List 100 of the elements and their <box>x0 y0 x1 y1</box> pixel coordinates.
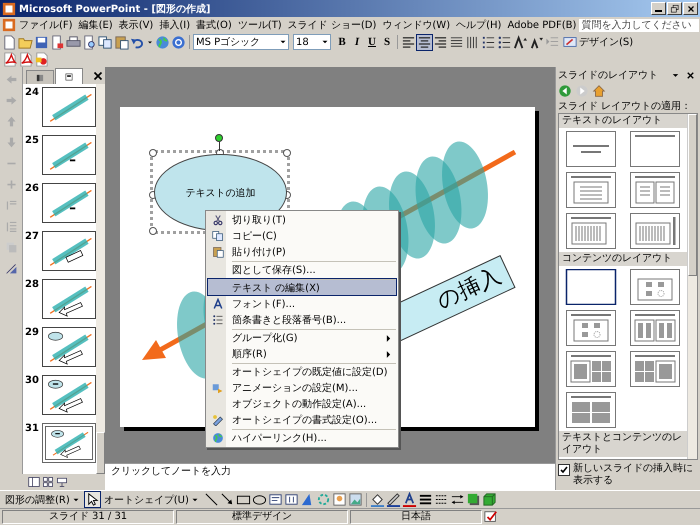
align-center-icon[interactable] <box>417 34 432 50</box>
line-color-icon[interactable] <box>386 492 401 507</box>
slide-thumbnail[interactable] <box>42 327 96 367</box>
menu-item[interactable]: 貼り付け(P) <box>207 244 397 260</box>
menu-item[interactable]: 表示(V) <box>116 18 156 32</box>
clip-art-icon[interactable] <box>332 492 347 507</box>
help-search-field[interactable]: 質問を入力してください <box>579 18 700 32</box>
restore-button[interactable] <box>667 2 682 15</box>
menu-item[interactable]: 順序(R) <box>207 346 397 362</box>
layout-thumbnail[interactable] <box>629 351 681 387</box>
vertical-text-box-icon[interactable] <box>284 492 299 507</box>
slide-thumbnail[interactable] <box>42 231 96 271</box>
draw-menu-button[interactable]: 図形の調整(R) <box>2 492 84 506</box>
minimize-button[interactable] <box>651 2 666 15</box>
layout-thumbnail[interactable] <box>565 269 617 305</box>
layout-thumbnail[interactable] <box>565 131 617 167</box>
text-style-button[interactable]: S <box>380 34 394 50</box>
layout-thumbnail[interactable] <box>565 172 617 208</box>
save-icon[interactable] <box>34 34 49 50</box>
line-style-icon[interactable] <box>418 492 433 507</box>
sorter-view-icon[interactable] <box>42 476 54 488</box>
slide-thumbnail[interactable] <box>42 183 96 223</box>
checkbox[interactable] <box>558 464 570 476</box>
menu-item[interactable]: ヘルプ(H) <box>453 18 504 32</box>
menu-item[interactable]: スライド ショー(D) <box>284 18 380 32</box>
grow-font-icon[interactable] <box>513 34 528 50</box>
font-size-dropdown[interactable]: 18 <box>293 34 331 50</box>
scroll-bar[interactable] <box>96 84 105 474</box>
layout-thumbnail[interactable] <box>629 310 681 346</box>
layout-thumbnail[interactable] <box>629 213 681 249</box>
scroll-bar[interactable] <box>687 114 697 459</box>
home-icon[interactable] <box>592 84 606 98</box>
slide-thumbnail[interactable] <box>42 87 96 127</box>
menu-item[interactable]: オブジェクトの動作設定(A)... <box>207 396 397 412</box>
distributed-icon[interactable] <box>449 34 464 50</box>
fill-color-icon[interactable] <box>370 492 385 507</box>
close-button[interactable] <box>683 2 698 15</box>
layout-thumbnail[interactable] <box>629 172 681 208</box>
slideshow-icon[interactable] <box>56 476 68 488</box>
research-icon[interactable] <box>82 34 97 50</box>
menu-item[interactable]: 図として保存(S)... <box>207 260 397 278</box>
3d-icon[interactable] <box>482 492 497 507</box>
show-formatting-icon[interactable] <box>4 262 18 275</box>
autoshapes-menu-button[interactable]: オートシェイプ(U) <box>100 492 203 506</box>
slides-tab[interactable] <box>55 68 83 84</box>
print-icon[interactable] <box>66 34 81 50</box>
slide-thumbnail[interactable] <box>42 135 96 175</box>
align-left-icon[interactable] <box>401 34 416 50</box>
document-icon[interactable] <box>2 18 16 32</box>
layout-thumbnail[interactable] <box>565 392 617 428</box>
layout-thumbnail[interactable] <box>565 351 617 387</box>
menu-item[interactable]: ウィンドウ(W) <box>379 18 454 32</box>
layout-thumbnail[interactable] <box>565 310 617 346</box>
layout-thumbnail[interactable] <box>629 269 681 305</box>
menu-item[interactable]: フォント(F)... <box>207 296 397 312</box>
text-style-button[interactable]: B <box>335 34 349 50</box>
copy-icon[interactable] <box>98 34 113 50</box>
menu-item[interactable]: 箇条書きと段落番号(B)... <box>207 312 397 328</box>
slide-thumbnail[interactable] <box>42 423 96 463</box>
notes-field[interactable]: クリックしてノートを入力 <box>105 463 555 490</box>
menu-item[interactable]: Adobe PDF(B) <box>504 20 580 30</box>
menu-item[interactable]: 編集(E) <box>76 18 116 32</box>
pdf-icon[interactable] <box>18 52 33 66</box>
normal-view-icon[interactable] <box>28 476 40 488</box>
layout-thumbnail[interactable] <box>629 131 681 167</box>
new-document-icon[interactable] <box>2 34 17 50</box>
menu-item[interactable]: グループ化(G) <box>207 328 397 346</box>
close-icon[interactable] <box>685 70 696 80</box>
numbered-list-icon[interactable] <box>481 34 496 50</box>
menu-item[interactable]: コピー(C) <box>207 228 397 244</box>
design-button[interactable]: デザイン(S) <box>561 35 636 49</box>
pdf-icon[interactable] <box>2 52 17 66</box>
menu-item[interactable]: 書式(O) <box>193 18 235 32</box>
menu-item[interactable]: ハイパーリンク(H)... <box>207 428 397 446</box>
font-color-icon[interactable] <box>402 492 417 507</box>
menu-item[interactable]: テキスト の編集(X) <box>207 278 397 296</box>
menu-item[interactable]: オートシェイプの書式設定(O)... <box>207 412 397 428</box>
menu-item[interactable]: ファイル(F) <box>16 18 76 32</box>
layout-thumbnail[interactable] <box>565 213 617 249</box>
slide-thumbnail[interactable] <box>42 375 96 415</box>
align-right-icon[interactable] <box>433 34 448 50</box>
menu-item[interactable]: オートシェイプの既定値に設定(D) <box>207 362 397 380</box>
picture-icon[interactable] <box>348 492 363 507</box>
outline-tab[interactable] <box>26 70 54 84</box>
text-style-button[interactable]: U <box>365 34 379 50</box>
slide-thumbnail[interactable] <box>42 279 96 319</box>
font-dropdown[interactable]: MS Pゴシック <box>193 34 289 50</box>
help-icon[interactable] <box>171 34 186 50</box>
menu-item[interactable]: 挿入(I) <box>156 18 194 32</box>
shadow-icon[interactable] <box>466 492 481 507</box>
back-icon[interactable] <box>558 84 572 98</box>
show-on-insert-checkbox[interactable]: 新しいスライドの挿入時に表示する <box>558 460 698 490</box>
document-lock-icon[interactable] <box>50 34 65 50</box>
menu-item[interactable]: アニメーションの設定(M)... <box>207 380 397 396</box>
bulleted-list-icon[interactable] <box>497 34 512 50</box>
arrow-icon[interactable] <box>220 492 235 507</box>
rotation-handle[interactable] <box>215 134 223 151</box>
pdf-review-icon[interactable] <box>34 52 49 66</box>
text-box-icon[interactable] <box>268 492 283 507</box>
menu-item[interactable]: ツール(T) <box>234 18 285 32</box>
